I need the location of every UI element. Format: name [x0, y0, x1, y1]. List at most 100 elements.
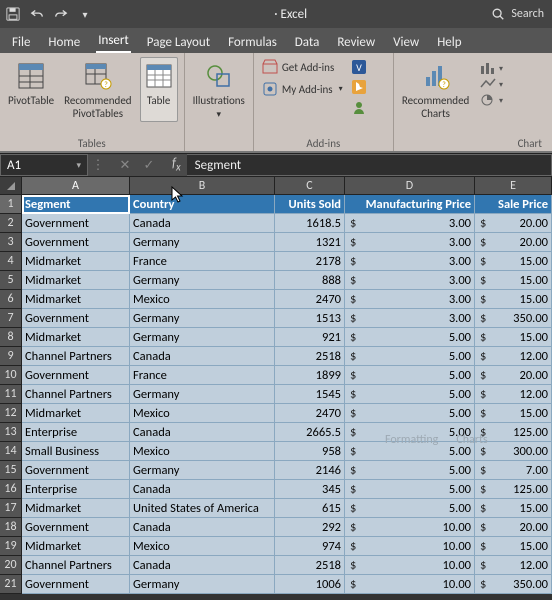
- cell[interactable]: 2470: [275, 404, 345, 423]
- cell[interactable]: Government: [22, 233, 130, 252]
- cell[interactable]: $12.00: [475, 556, 552, 575]
- cell[interactable]: Midmarket: [22, 404, 130, 423]
- cell[interactable]: $7.00: [475, 461, 552, 480]
- name-box[interactable]: A1 ▾: [0, 154, 88, 176]
- cell[interactable]: $125.00: [475, 423, 552, 442]
- fx-icon[interactable]: fx: [166, 156, 187, 174]
- cell[interactable]: Germany: [130, 233, 275, 252]
- row-header[interactable]: 18: [0, 518, 22, 537]
- cell[interactable]: $300.00: [475, 442, 552, 461]
- cell[interactable]: Mexico: [130, 404, 275, 423]
- cell[interactable]: $10.00: [345, 537, 475, 556]
- row-header[interactable]: 16: [0, 480, 22, 499]
- recommended-pivottables-button[interactable]: ? Recommended PivotTables: [62, 57, 133, 122]
- cell[interactable]: $3.00: [345, 252, 475, 271]
- cell[interactable]: Midmarket: [22, 290, 130, 309]
- select-all-corner[interactable]: [0, 177, 22, 194]
- cell[interactable]: $12.00: [475, 347, 552, 366]
- cell[interactable]: $15.00: [475, 404, 552, 423]
- redo-icon[interactable]: [52, 5, 70, 23]
- cell[interactable]: Germany: [130, 328, 275, 347]
- tab-formulas[interactable]: Formulas: [226, 32, 279, 53]
- cell[interactable]: $5.00: [345, 423, 475, 442]
- table-button[interactable]: Table: [140, 57, 178, 122]
- cell[interactable]: $15.00: [475, 328, 552, 347]
- cell[interactable]: 2518: [275, 556, 345, 575]
- cell[interactable]: 1899: [275, 366, 345, 385]
- pivottable-button[interactable]: PivotTable: [6, 57, 56, 122]
- row-header[interactable]: 17: [0, 499, 22, 518]
- pie-chart-icon[interactable]: ▾: [479, 93, 503, 107]
- cell[interactable]: Midmarket: [22, 252, 130, 271]
- tab-page-layout[interactable]: Page Layout: [145, 32, 212, 53]
- row-header[interactable]: 12: [0, 404, 22, 423]
- cell[interactable]: Canada: [130, 347, 275, 366]
- cell[interactable]: Segment: [22, 195, 130, 214]
- row-header[interactable]: 4: [0, 252, 22, 271]
- cell[interactable]: Germany: [130, 461, 275, 480]
- line-chart-icon[interactable]: ▾: [479, 77, 503, 91]
- undo-icon[interactable]: [28, 5, 46, 23]
- bing-icon[interactable]: [351, 79, 367, 95]
- cell[interactable]: $5.00: [345, 366, 475, 385]
- tab-file[interactable]: File: [10, 32, 32, 53]
- cell[interactable]: $3.00: [345, 271, 475, 290]
- people-icon[interactable]: [351, 99, 367, 115]
- my-addins-button[interactable]: My Add-ins ▾: [260, 79, 345, 99]
- formula-input[interactable]: Segment: [187, 154, 552, 176]
- row-header[interactable]: 3: [0, 233, 22, 252]
- cell[interactable]: Canada: [130, 518, 275, 537]
- cell[interactable]: Canada: [130, 480, 275, 499]
- cell[interactable]: Midmarket: [22, 271, 130, 290]
- cell[interactable]: $5.00: [345, 480, 475, 499]
- cell[interactable]: Channel Partners: [22, 556, 130, 575]
- cell[interactable]: Government: [22, 366, 130, 385]
- cancel-icon[interactable]: ✕: [118, 158, 132, 173]
- cell[interactable]: 292: [275, 518, 345, 537]
- col-header-e[interactable]: E: [475, 177, 552, 194]
- cell[interactable]: Units Sold: [275, 195, 345, 214]
- cell[interactable]: $20.00: [475, 233, 552, 252]
- cell[interactable]: Enterprise: [22, 423, 130, 442]
- cell[interactable]: $10.00: [345, 556, 475, 575]
- cell[interactable]: Germany: [130, 575, 275, 594]
- row-header[interactable]: 10: [0, 366, 22, 385]
- tab-view[interactable]: View: [391, 32, 421, 53]
- cell[interactable]: $15.00: [475, 499, 552, 518]
- cell[interactable]: Midmarket: [22, 499, 130, 518]
- cell[interactable]: Government: [22, 575, 130, 594]
- cell[interactable]: 2146: [275, 461, 345, 480]
- cell[interactable]: $3.00: [345, 309, 475, 328]
- cell[interactable]: 1545: [275, 385, 345, 404]
- cell[interactable]: $15.00: [475, 252, 552, 271]
- cell[interactable]: Channel Partners: [22, 385, 130, 404]
- cell[interactable]: Government: [22, 518, 130, 537]
- row-header[interactable]: 13: [0, 423, 22, 442]
- row-header[interactable]: 8: [0, 328, 22, 347]
- cell[interactable]: $20.00: [475, 214, 552, 233]
- row-header[interactable]: 5: [0, 271, 22, 290]
- row-header[interactable]: 6: [0, 290, 22, 309]
- cell[interactable]: $20.00: [475, 518, 552, 537]
- cell[interactable]: Midmarket: [22, 328, 130, 347]
- cell[interactable]: 1513: [275, 309, 345, 328]
- cell[interactable]: United States of America: [130, 499, 275, 518]
- cell[interactable]: $350.00: [475, 575, 552, 594]
- cell[interactable]: Germany: [130, 271, 275, 290]
- row-header[interactable]: 14: [0, 442, 22, 461]
- tab-help[interactable]: Help: [435, 32, 463, 53]
- row-header[interactable]: 1: [0, 195, 22, 214]
- cell[interactable]: Small Business: [22, 442, 130, 461]
- cell[interactable]: $3.00: [345, 290, 475, 309]
- tab-review[interactable]: Review: [335, 32, 377, 53]
- cell[interactable]: Country: [130, 195, 275, 214]
- cell[interactable]: $10.00: [345, 575, 475, 594]
- cell[interactable]: 1618.5: [275, 214, 345, 233]
- cell[interactable]: 2470: [275, 290, 345, 309]
- cell[interactable]: 345: [275, 480, 345, 499]
- cell[interactable]: 1006: [275, 575, 345, 594]
- cell[interactable]: 2518: [275, 347, 345, 366]
- row-header[interactable]: 15: [0, 461, 22, 480]
- cell[interactable]: $5.00: [345, 347, 475, 366]
- row-header[interactable]: 21: [0, 575, 22, 594]
